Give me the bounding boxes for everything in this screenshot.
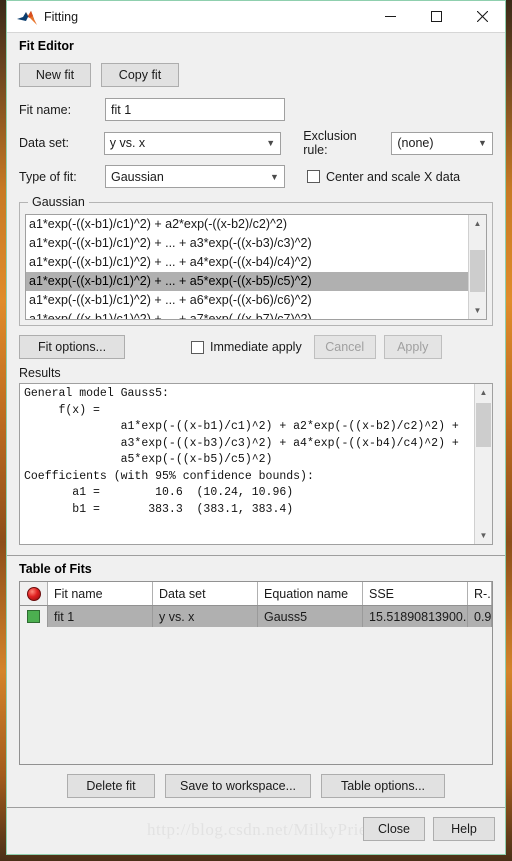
scroll-track[interactable] (469, 232, 486, 302)
chevron-down-icon: ▼ (478, 138, 487, 148)
type-of-fit-value: Gaussian (111, 169, 164, 184)
table-of-fits-title: Table of Fits (19, 562, 92, 576)
list-item[interactable]: a1*exp(-((x-b1)/c1)^2) + ... + a3*exp(-(… (26, 234, 468, 253)
scroll-down-arrow-icon[interactable]: ▼ (475, 527, 492, 544)
table-of-fits-panel: Table of Fits Fit name Data set Equation… (7, 556, 505, 807)
immediate-apply-checkbox[interactable]: Immediate apply (191, 340, 302, 354)
table-row[interactable]: fit 1 y vs. x Gauss5 15.51890813900... 0… (20, 606, 492, 627)
scroll-down-arrow-icon[interactable]: ▼ (469, 302, 486, 319)
center-and-scale-label: Center and scale X data (326, 169, 461, 184)
row-rsquare: 0.9... (468, 606, 492, 627)
fit-name-label: Fit name: (19, 102, 72, 117)
maximize-button[interactable] (413, 1, 459, 32)
title-bar: Fitting (7, 1, 505, 33)
fit-options-button[interactable]: Fit options... (19, 335, 125, 359)
checkbox-box-icon (307, 170, 320, 183)
footer-bar: http://blog.csdn.net/MilkyPriess Close H… (7, 807, 505, 854)
checkbox-box-icon (191, 340, 204, 354)
matlab-logo-icon (16, 8, 38, 26)
fit-editor-panel: Fit Editor New fit Copy fit Fit name: fi… (7, 33, 505, 545)
list-item[interactable]: a1*exp(-((x-b1)/c1)^2) + a2*exp(-((x-b2)… (26, 215, 468, 234)
data-set-value: y vs. x (109, 136, 146, 150)
table-header-data-set[interactable]: Data set (153, 582, 258, 605)
type-of-fit-label: Type of fit: (19, 169, 77, 184)
results-panel[interactable]: General model Gauss5: f(x) = a1*exp(-((x… (19, 383, 493, 545)
table-header-equation-name[interactable]: Equation name (258, 582, 363, 605)
close-button[interactable]: Close (363, 817, 425, 841)
green-square-icon (27, 610, 40, 623)
row-status-icon-cell[interactable] (20, 606, 48, 627)
scroll-thumb[interactable] (470, 250, 485, 292)
row-data-set: y vs. x (153, 606, 258, 627)
window-title: Fitting (44, 9, 79, 24)
scroll-thumb[interactable] (476, 403, 491, 447)
watermark-text: http://blog.csdn.net/MilkyPriess (147, 820, 382, 839)
table-header-rsquare[interactable]: R-... (468, 582, 492, 605)
row-equation-name: Gauss5 (258, 606, 363, 627)
copy-fit-button[interactable]: Copy fit (101, 63, 179, 87)
scroll-up-arrow-icon[interactable]: ▲ (469, 215, 486, 232)
save-to-workspace-button[interactable]: Save to workspace... (165, 774, 311, 798)
equation-list-items: a1*exp(-((x-b1)/c1)^2) + a2*exp(-((x-b2)… (26, 215, 468, 319)
red-sphere-icon (26, 586, 41, 601)
equation-list-scrollbar[interactable]: ▲ ▼ (468, 215, 486, 319)
table-header-fit-name[interactable]: Fit name (48, 582, 153, 605)
scroll-track[interactable] (475, 401, 492, 527)
table-header-sse[interactable]: SSE (363, 582, 468, 605)
type-of-fit-row: Type of fit: Gaussian ▼ Center and scale… (19, 165, 493, 188)
type-of-fit-dropdown[interactable]: Gaussian ▼ (105, 165, 285, 188)
chevron-down-icon: ▼ (266, 138, 276, 148)
fit-name-row: Fit name: fit 1 (19, 98, 493, 121)
window-controls (367, 1, 505, 32)
equation-group-title: Gaussian (28, 195, 89, 209)
exclusion-rule-dropdown[interactable]: (none) ▼ (391, 131, 493, 155)
cancel-button[interactable]: Cancel (313, 335, 376, 359)
list-item[interactable]: a1*exp(-((x-b1)/c1)^2) + ... + a6*exp(-(… (26, 291, 468, 310)
table-action-buttons: Delete fit Save to workspace... Table op… (19, 765, 493, 807)
fits-table: Fit name Data set Equation name SSE R-..… (19, 581, 493, 765)
table-header-status[interactable] (20, 582, 48, 605)
minimize-button[interactable] (367, 1, 413, 32)
exclusion-rule-value: (none) (397, 136, 434, 150)
table-header-row: Fit name Data set Equation name SSE R-..… (20, 582, 492, 606)
new-fit-button[interactable]: New fit (19, 63, 91, 87)
fitting-window: Fitting Fit Editor New fit Copy fit Fit … (6, 0, 506, 855)
exclusion-rule-label: Exclusion rule: (303, 129, 357, 157)
results-label: Results (19, 366, 61, 380)
data-set-row: Data set: y vs. x ▼ Exclusion rule: (non… (19, 129, 493, 157)
close-window-button[interactable] (459, 1, 505, 32)
scroll-up-arrow-icon[interactable]: ▲ (475, 384, 492, 401)
help-button[interactable]: Help (433, 817, 495, 841)
list-item-selected[interactable]: a1*exp(-((x-b1)/c1)^2) + ... + a5*exp(-(… (26, 272, 468, 291)
equation-listbox[interactable]: a1*exp(-((x-b1)/c1)^2) + a2*exp(-((x-b2)… (25, 214, 487, 320)
row-fit-name: fit 1 (48, 606, 153, 627)
equation-group: Gaussian a1*exp(-((x-b1)/c1)^2) + a2*exp… (19, 195, 493, 326)
list-item[interactable]: a1*exp(-((x-b1)/c1)^2) + ... + a7*exp(-(… (26, 310, 468, 319)
table-empty-body (20, 627, 492, 764)
row-sse: 15.51890813900... (363, 606, 468, 627)
table-options-button[interactable]: Table options... (321, 774, 445, 798)
apply-button[interactable]: Apply (383, 335, 442, 359)
results-scrollbar[interactable]: ▲ ▼ (474, 384, 492, 544)
chevron-down-icon: ▼ (270, 171, 279, 182)
delete-fit-button[interactable]: Delete fit (67, 774, 155, 798)
fit-options-row: Fit options... Immediate apply Cancel Ap… (19, 335, 493, 359)
fit-editor-title: Fit Editor (19, 39, 74, 53)
results-text: General model Gauss5: f(x) = a1*exp(-((x… (24, 387, 459, 516)
list-item[interactable]: a1*exp(-((x-b1)/c1)^2) + ... + a4*exp(-(… (26, 253, 468, 272)
footer-buttons: Close Help (363, 817, 495, 841)
data-set-label: Data set: (19, 136, 70, 150)
fit-action-buttons: New fit Copy fit (19, 63, 493, 87)
data-set-dropdown[interactable]: y vs. x ▼ (103, 131, 282, 155)
fit-name-input[interactable]: fit 1 (105, 98, 285, 121)
immediate-apply-label: Immediate apply (210, 340, 302, 354)
center-and-scale-checkbox[interactable]: Center and scale X data (307, 170, 460, 184)
